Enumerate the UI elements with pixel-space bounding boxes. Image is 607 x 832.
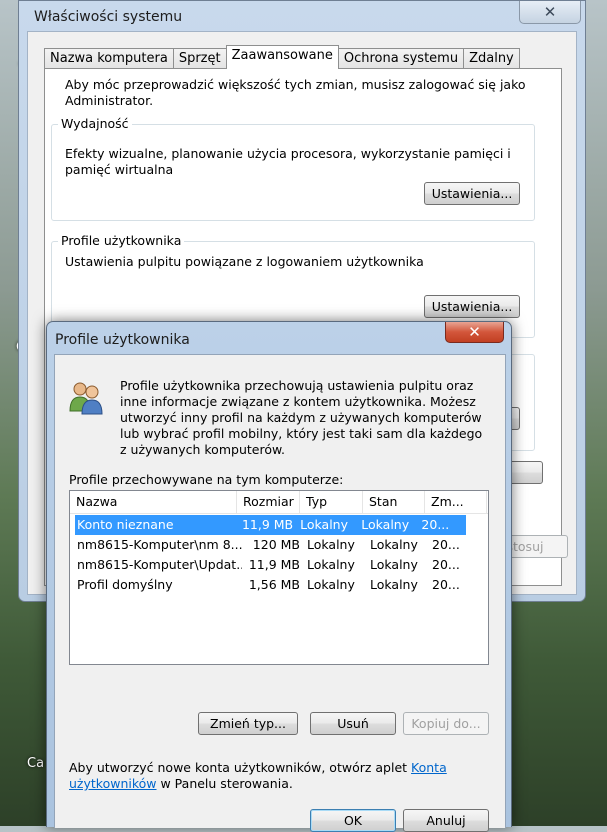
list-header: Nazwa Rozmiar Typ Stan Zm... <box>70 491 488 514</box>
column-header-name[interactable]: Nazwa <box>70 491 237 513</box>
admin-note: Aby móc przeprowadzić większość tych zmi… <box>65 77 526 108</box>
performance-description: Efekty wizualne, planowanie użycia proce… <box>65 146 511 177</box>
user-profiles-settings-button[interactable]: Ustawienia... <box>424 295 520 318</box>
bottom-text-after: w Panelu sterowania. <box>156 776 293 791</box>
user-profiles-description: Ustawienia pulpitu powiązane z logowanie… <box>65 254 424 269</box>
ok-button[interactable]: OK <box>310 809 396 832</box>
cell-size: 11,9 MB <box>248 557 300 572</box>
cell-name: nm8615-Komputer\nm 8... <box>77 537 242 552</box>
close-button[interactable]: ✕ <box>445 322 504 343</box>
performance-settings-button[interactable]: Ustawienia... <box>424 182 520 205</box>
cell-type: Lokalny <box>307 577 355 592</box>
cell-status: Lokalny <box>370 577 418 592</box>
profiles-list[interactable]: Nazwa Rozmiar Typ Stan Zm... Konto niezn… <box>69 490 489 665</box>
users-icon <box>69 382 103 415</box>
create-accounts-text: Aby utworzyć nowe konta użytkowników, ot… <box>69 760 469 792</box>
table-row[interactable]: Konto nieznane 11,9 MB Lokalny Lokalny 2… <box>75 515 466 535</box>
cell-modified: 20... <box>432 557 460 572</box>
cell-type: Lokalny <box>307 557 355 572</box>
user-profiles-dialog: Profile użytkownika ✕ Profile użytkownik… <box>46 321 512 832</box>
cell-name: nm8615-Komputer\Updat... <box>77 557 242 572</box>
cell-status: Lokalny <box>361 517 410 532</box>
table-row[interactable]: nm8615-Komputer\nm 8... 120 MB Lokalny L… <box>75 535 488 555</box>
intro-text: Profile użytkownika przechowują ustawien… <box>120 378 483 457</box>
cell-size: 1,56 MB <box>248 577 300 592</box>
tab-bar: Nazwa komputera Sprzęt Zaawansowane Ochr… <box>44 45 520 69</box>
bottom-text-before: Aby utworzyć nowe konta użytkowników, ot… <box>69 760 412 775</box>
column-header-type[interactable]: Typ <box>300 491 363 513</box>
change-type-button[interactable]: Zmień typ... <box>198 712 298 735</box>
window-title: Właściwości systemu <box>34 9 183 25</box>
table-row[interactable]: Profil domyślny 1,56 MB Lokalny Lokalny … <box>75 575 488 595</box>
cell-size: 11,9 MB <box>241 517 294 532</box>
cell-status: Lokalny <box>370 557 418 572</box>
column-header-status[interactable]: Stan <box>363 491 425 513</box>
cancel-button[interactable]: Anuluj <box>403 809 489 832</box>
cell-type: Lokalny <box>300 517 349 532</box>
close-button[interactable]: ✕ <box>519 1 581 24</box>
dialog-title: Profile użytkownika <box>55 332 190 348</box>
desktop-label: Ca <box>27 756 45 771</box>
tab-remote[interactable]: Zdalny <box>463 48 520 69</box>
tab-computer-name[interactable]: Nazwa komputera <box>44 48 174 69</box>
tab-system-protection[interactable]: Ochrona systemu <box>337 48 465 69</box>
cell-modified: 20... <box>432 577 460 592</box>
tab-hardware[interactable]: Sprzęt <box>172 48 227 69</box>
cell-name: Konto nieznane <box>77 517 174 532</box>
cell-size: 120 MB <box>252 537 300 552</box>
cell-modified: 20... <box>432 537 460 552</box>
cell-type: Lokalny <box>307 537 355 552</box>
close-icon: ✕ <box>468 323 481 341</box>
performance-group: Wydajność Efekty wizualne, planowanie uż… <box>51 116 535 221</box>
cell-modified: 20... <box>421 517 450 532</box>
copy-to-button[interactable]: Kopiuj do... <box>403 712 489 735</box>
user-profiles-label: Profile użytkownika <box>58 233 185 248</box>
performance-label: Wydajność <box>58 116 132 131</box>
cell-name: Profil domyślny <box>77 577 173 592</box>
column-header-size[interactable]: Rozmiar <box>237 491 300 513</box>
close-icon: ✕ <box>543 3 557 21</box>
table-row[interactable]: nm8615-Komputer\Updat... 11,9 MB Lokalny… <box>75 555 488 575</box>
dialog-client-area: Profile użytkownika przechowują ustawien… <box>54 354 506 832</box>
column-header-modified[interactable]: Zm... <box>425 491 487 513</box>
profiles-list-label: Profile przechowywane na tym komputerze: <box>69 472 344 487</box>
delete-button[interactable]: Usuń <box>310 712 396 735</box>
cell-status: Lokalny <box>370 537 418 552</box>
tab-advanced[interactable]: Zaawansowane <box>225 45 339 69</box>
